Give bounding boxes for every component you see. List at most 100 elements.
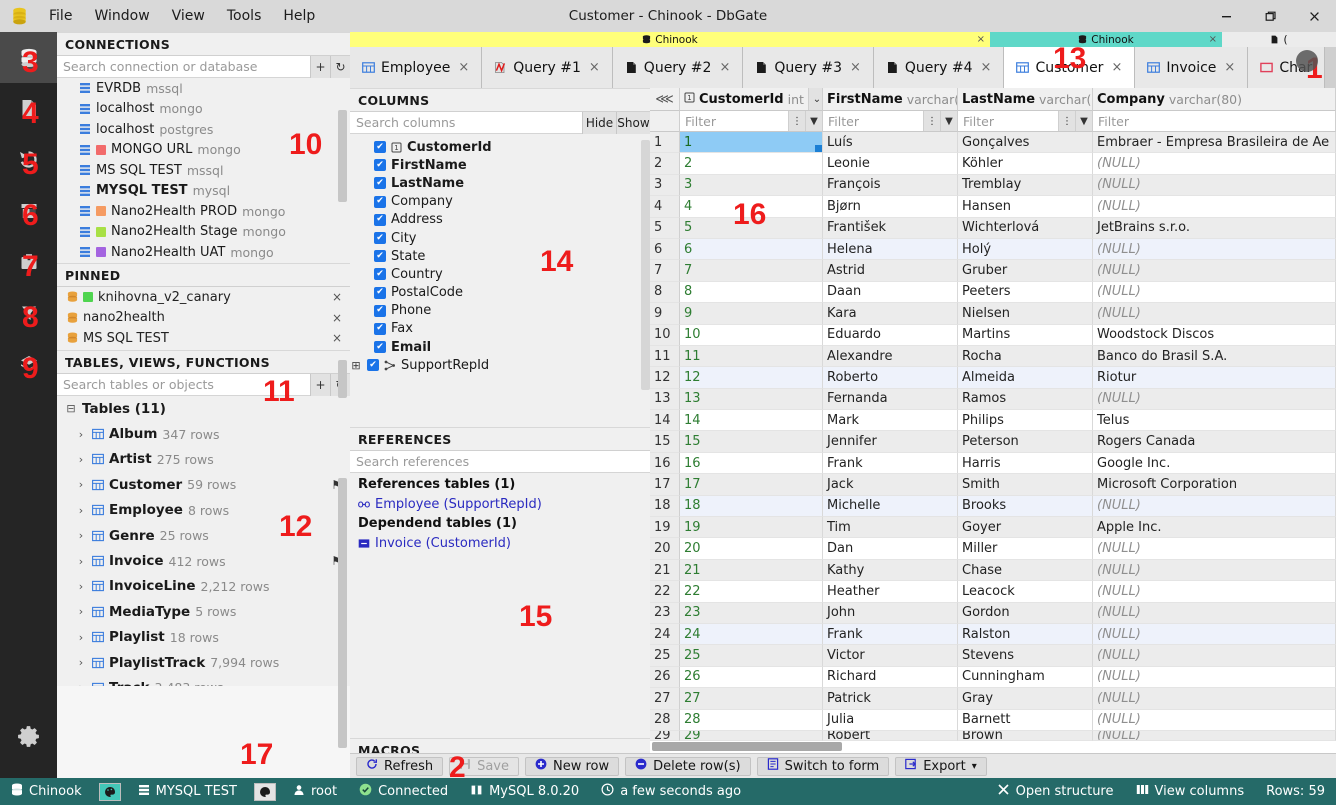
cell-company[interactable]: (NULL) — [1093, 730, 1336, 741]
column-checkbox[interactable]: ✔ — [374, 341, 386, 354]
table-item[interactable]: › Playlist 18 rows — [57, 625, 350, 650]
save-button[interactable]: Save — [449, 756, 520, 776]
column-item[interactable]: ✔ Fax — [350, 320, 650, 338]
cell-lastname[interactable]: Gray — [958, 688, 1093, 710]
connection-item[interactable]: Nano2Health PROD mongo — [57, 201, 350, 222]
add-connection-button[interactable]: + — [310, 56, 330, 78]
cell-firstname[interactable]: Victor — [823, 645, 958, 667]
cell-lastname[interactable]: Gordon — [958, 602, 1093, 624]
cell-firstname[interactable]: Fernanda — [823, 388, 958, 411]
cell-customerid[interactable]: 3 — [680, 174, 823, 197]
cell-company[interactable]: Embraer - Empresa Brasileira de Ae — [1093, 132, 1336, 154]
cell-firstname[interactable]: John — [823, 602, 958, 624]
table-row[interactable]: 9 9 Kara Nielsen (NULL) — [650, 303, 1336, 325]
funnel-icon[interactable]: ▼ — [940, 111, 957, 131]
cell-company[interactable]: (NULL) — [1093, 645, 1336, 667]
minimize-button[interactable] — [1204, 0, 1248, 32]
cell-firstname[interactable]: Kathy — [823, 559, 958, 582]
menu-help[interactable]: Help — [272, 5, 326, 27]
table-item[interactable]: › MediaType 5 rows — [57, 599, 350, 624]
hide-columns-button[interactable]: Hide — [582, 112, 616, 134]
tab-close-button[interactable]: × — [719, 60, 730, 75]
column-item[interactable]: ✔ State — [350, 247, 650, 265]
table-item[interactable]: › Album 347 rows — [57, 421, 350, 446]
grid-horizontal-scrollbar[interactable] — [652, 742, 842, 751]
cell-customerid[interactable]: 24 — [680, 623, 823, 646]
pinned-item[interactable]: MS SQL TEST × — [57, 328, 350, 349]
cell-customerid[interactable]: 6 — [680, 238, 823, 261]
rail-item-query-designer[interactable] — [0, 287, 57, 338]
cell-customerid[interactable]: 15 — [680, 431, 823, 453]
column-checkbox[interactable]: ✔ — [374, 286, 386, 299]
menu-view[interactable]: View — [161, 5, 216, 27]
cell-company[interactable]: (NULL) — [1093, 196, 1336, 218]
cell-lastname[interactable]: Gonçalves — [958, 132, 1093, 154]
cell-customerid[interactable]: 13 — [680, 388, 823, 411]
table-row[interactable]: 7 7 Astrid Gruber (NULL) — [650, 260, 1336, 282]
cell-company[interactable]: Riotur — [1093, 367, 1336, 389]
database-chip-close[interactable]: × — [1209, 34, 1217, 45]
cell-customerid[interactable]: 2 — [680, 153, 823, 175]
expand-icon[interactable]: › — [75, 681, 87, 686]
table-row[interactable]: 14 14 Mark Philips Telus — [650, 410, 1336, 432]
tables-scrollbar[interactable] — [338, 478, 347, 748]
cell-customerid[interactable]: 5 — [680, 217, 823, 239]
tab-invoice[interactable]: Invoice × — [1135, 47, 1249, 88]
column-checkbox[interactable]: ✔ — [374, 159, 386, 172]
connection-item[interactable]: Nano2Health UAT mongo — [57, 242, 350, 263]
table-row[interactable]: 12 12 Roberto Almeida Riotur — [650, 367, 1336, 389]
rail-item-settings[interactable] — [0, 711, 57, 762]
collapse-icon[interactable]: ⊟ — [65, 402, 77, 415]
tab-close-button[interactable]: × — [850, 60, 861, 75]
filter-menu-icon[interactable]: ⋮ — [923, 111, 940, 131]
table-row[interactable]: 21 21 Kathy Chase (NULL) — [650, 559, 1336, 582]
cell-firstname[interactable]: Michelle — [823, 495, 958, 518]
cell-firstname[interactable]: Richard — [823, 666, 958, 689]
cell-firstname[interactable]: François — [823, 174, 958, 197]
cell-lastname[interactable]: Almeida — [958, 367, 1093, 389]
cell-company[interactable]: JetBrains s.r.o. — [1093, 217, 1336, 239]
table-row[interactable]: 25 25 Victor Stevens (NULL) — [650, 645, 1336, 667]
cell-company[interactable]: Apple Inc. — [1093, 517, 1336, 539]
table-item[interactable]: › Genre 25 rows — [57, 523, 350, 548]
references-search-input[interactable] — [350, 451, 650, 472]
expand-icon[interactable]: › — [75, 529, 87, 542]
status-connected[interactable]: Connected — [348, 778, 459, 805]
reference-link[interactable]: Invoice (CustomerId) — [350, 533, 650, 553]
column-checkbox[interactable]: ✔ — [374, 213, 386, 226]
cell-firstname[interactable]: Tim — [823, 517, 958, 539]
cell-company[interactable]: (NULL) — [1093, 303, 1336, 325]
table-item[interactable]: › PlaylistTrack 7,994 rows — [57, 650, 350, 675]
tab-customer[interactable]: Customer × — [1004, 47, 1136, 88]
pinned-item[interactable]: nano2health × — [57, 308, 350, 329]
table-row[interactable]: 11 11 Alexandre Rocha Banco do Brasil S.A. — [650, 345, 1336, 368]
cell-firstname[interactable]: Patrick — [823, 688, 958, 710]
cell-lastname[interactable]: Gruber — [958, 260, 1093, 282]
columns-scrollbar[interactable] — [641, 140, 650, 390]
database-chip[interactable]: ( — [1222, 32, 1336, 47]
tab-query-3[interactable]: Query #3 × — [743, 47, 874, 88]
column-checkbox[interactable]: ✔ — [374, 177, 386, 190]
column-item[interactable]: ✔ FirstName — [350, 156, 650, 174]
cell-company[interactable]: (NULL) — [1093, 260, 1336, 282]
table-row[interactable]: 20 20 Dan Miller (NULL) — [650, 538, 1336, 560]
cell-company[interactable]: (NULL) — [1093, 688, 1336, 710]
connection-item[interactable]: EVRDB mssql — [57, 78, 350, 99]
cell-customerid[interactable]: 4 — [680, 196, 823, 218]
cell-firstname[interactable]: Daan — [823, 281, 958, 304]
cell-customerid[interactable]: 11 — [680, 345, 823, 368]
refresh-connections-button[interactable]: ↻ — [330, 56, 350, 78]
cell-company[interactable]: Woodstock Discos — [1093, 324, 1336, 346]
columns-search-input[interactable] — [350, 112, 582, 133]
table-row[interactable]: 22 22 Heather Leacock (NULL) — [650, 581, 1336, 603]
cell-lastname[interactable]: Harris — [958, 452, 1093, 475]
tab-close-button[interactable]: × — [589, 60, 600, 75]
column-header-company[interactable]: Company varchar(80) — [1093, 88, 1336, 111]
table-row[interactable]: 8 8 Daan Peeters (NULL) — [650, 281, 1336, 304]
table-row[interactable]: 4 4 Bjørn Hansen (NULL) — [650, 196, 1336, 218]
cell-firstname[interactable]: Leonie — [823, 153, 958, 175]
cell-customerid[interactable]: 8 — [680, 281, 823, 304]
cell-customerid[interactable]: 27 — [680, 688, 823, 710]
column-checkbox[interactable]: ✔ — [374, 304, 386, 317]
cell-lastname[interactable]: Köhler — [958, 153, 1093, 175]
